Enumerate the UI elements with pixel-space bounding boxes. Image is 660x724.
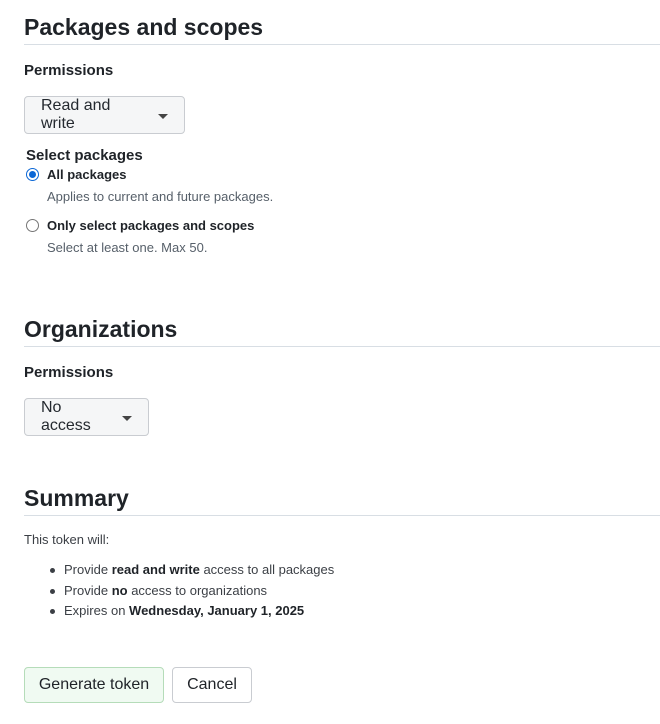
packages-permissions-label: Permissions xyxy=(24,62,114,79)
organizations-permissions-dropdown[interactable]: No access xyxy=(24,398,149,436)
radio-button-all-packages[interactable] xyxy=(26,168,39,181)
organizations-permissions-value: No access xyxy=(41,399,91,434)
summary-item-organizations: Provide no access to organizations xyxy=(48,581,334,602)
summary-intro: This token will: xyxy=(24,532,110,547)
summary-item-packages: Provide read and write access to all pac… xyxy=(48,560,334,581)
radio-note-all-packages: Applies to current and future packages. xyxy=(47,189,274,204)
radio-note-select-packages: Select at least one. Max 50. xyxy=(47,240,208,255)
radio-all-packages[interactable]: All packages Applies to current and futu… xyxy=(26,165,273,206)
token-settings-page: Packages and scopes Permissions Read and… xyxy=(0,0,660,724)
organizations-permissions-label: Permissions xyxy=(24,364,114,381)
summary-divider xyxy=(24,515,660,516)
organizations-section-title: Organizations xyxy=(24,316,178,342)
radio-button-select-packages[interactable] xyxy=(26,219,39,232)
summary-list: Provide read and write access to all pac… xyxy=(48,560,334,622)
summary-item-expiration: Expires on Wednesday, January 1, 2025 xyxy=(48,601,334,622)
select-packages-label: Select packages xyxy=(26,147,143,164)
cancel-button[interactable]: Cancel xyxy=(172,667,252,703)
chevron-down-icon xyxy=(158,113,168,119)
summary-section-title: Summary xyxy=(24,485,129,511)
packages-permissions-dropdown[interactable]: Read and write xyxy=(24,96,185,134)
packages-permissions-value: Read and write xyxy=(41,97,111,132)
organizations-divider xyxy=(24,346,660,347)
generate-token-button[interactable]: Generate token xyxy=(24,667,164,703)
radio-title-select-packages: Only select packages and scopes xyxy=(47,218,255,233)
chevron-down-icon xyxy=(122,415,132,421)
packages-section-title: Packages and scopes xyxy=(24,14,264,40)
radio-select-packages[interactable]: Only select packages and scopes Select a… xyxy=(26,216,254,257)
packages-divider xyxy=(24,44,660,45)
radio-title-all-packages: All packages xyxy=(47,167,127,182)
